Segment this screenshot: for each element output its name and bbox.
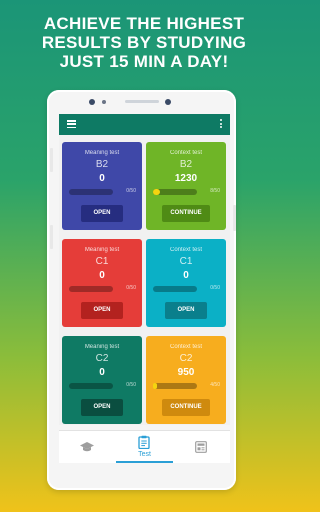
card-score: 0 [99,173,105,184]
card-level: C1 [179,256,193,267]
card-level: B2 [179,159,193,170]
card-score: 0 [183,270,189,281]
progress-fill [153,189,161,195]
card-score: 0 [99,270,105,281]
promo-headline: ACHIEVE THE HIGHEST RESULTS BY STUDYING … [0,14,288,71]
continue-button[interactable]: CONTINUE [162,205,210,222]
card-type: Context test [169,344,202,350]
open-button[interactable]: OPEN [165,302,207,319]
promo-line-2: RESULTS BY STUDYING [41,33,247,52]
progress-count: 8/50 [210,188,220,194]
test-card-context-b2: Context test B2 1230 8/50 CONTINUE [146,142,226,230]
test-card-meaning-b2: Meaning test B2 0 0/50 OPEN [62,142,142,230]
graduation-cap-icon [80,442,94,452]
open-button[interactable]: OPEN [81,205,123,222]
progress-bar [69,383,113,389]
nav-item-courses[interactable] [59,431,116,463]
progress-bar [153,383,197,389]
progress-bar [69,286,113,292]
phone-side-button [233,205,236,231]
test-card-meaning-c1: Meaning test C1 0 0/50 OPEN [62,239,142,327]
continue-button[interactable]: CONTINUE [162,399,210,416]
progress-bar [69,189,113,195]
app-bar [59,114,230,135]
progress-fill [153,383,157,389]
card-score: 0 [99,367,105,378]
hamburger-menu-icon[interactable] [67,120,76,129]
card-type: Meaning test [84,344,120,350]
open-button[interactable]: OPEN [81,399,123,416]
phone-sensor [102,100,106,104]
overflow-menu-icon[interactable] [220,119,223,129]
card-level: C2 [95,353,109,364]
phone-speaker [125,100,159,103]
card-level: B2 [95,159,109,170]
card-type: Meaning test [84,150,120,156]
progress-count: 0/50 [126,382,136,388]
test-card-context-c1: Context test C1 0 0/50 OPEN [146,239,226,327]
nav-item-test[interactable]: Test [116,431,173,463]
progress-bar [153,189,197,195]
test-card-meaning-c2: Meaning test C2 0 0/50 OPEN [62,336,142,424]
promo-line-1: ACHIEVE THE HIGHEST [43,14,245,33]
phone-top-bezel [47,90,236,112]
card-score: 1230 [174,173,198,184]
progress-count: 4/50 [210,382,220,388]
card-level: C1 [95,256,109,267]
card-type: Context test [169,150,202,156]
bottom-navigation: Test [59,430,230,463]
nav-item-dictionary[interactable] [173,431,230,463]
active-tab-indicator [116,461,173,463]
card-score: 950 [177,367,195,378]
phone-power-button [50,225,53,249]
phone-volume-button [50,148,53,172]
card-type: Context test [169,247,202,253]
dictionary-icon [195,441,207,453]
progress-count: 0/50 [126,188,136,194]
card-level: C2 [179,353,193,364]
clipboard-icon [138,435,150,449]
test-card-context-c2: Context test C2 950 4/50 CONTINUE [146,336,226,424]
progress-bar [153,286,197,292]
promo-line-3: JUST 15 MIN A DAY! [59,52,229,71]
card-type: Meaning test [84,247,120,253]
phone-camera [89,99,95,105]
phone-front-camera [165,99,171,105]
open-button[interactable]: OPEN [81,302,123,319]
progress-count: 0/50 [126,285,136,291]
nav-label-test: Test [138,451,151,458]
progress-count: 0/50 [210,285,220,291]
